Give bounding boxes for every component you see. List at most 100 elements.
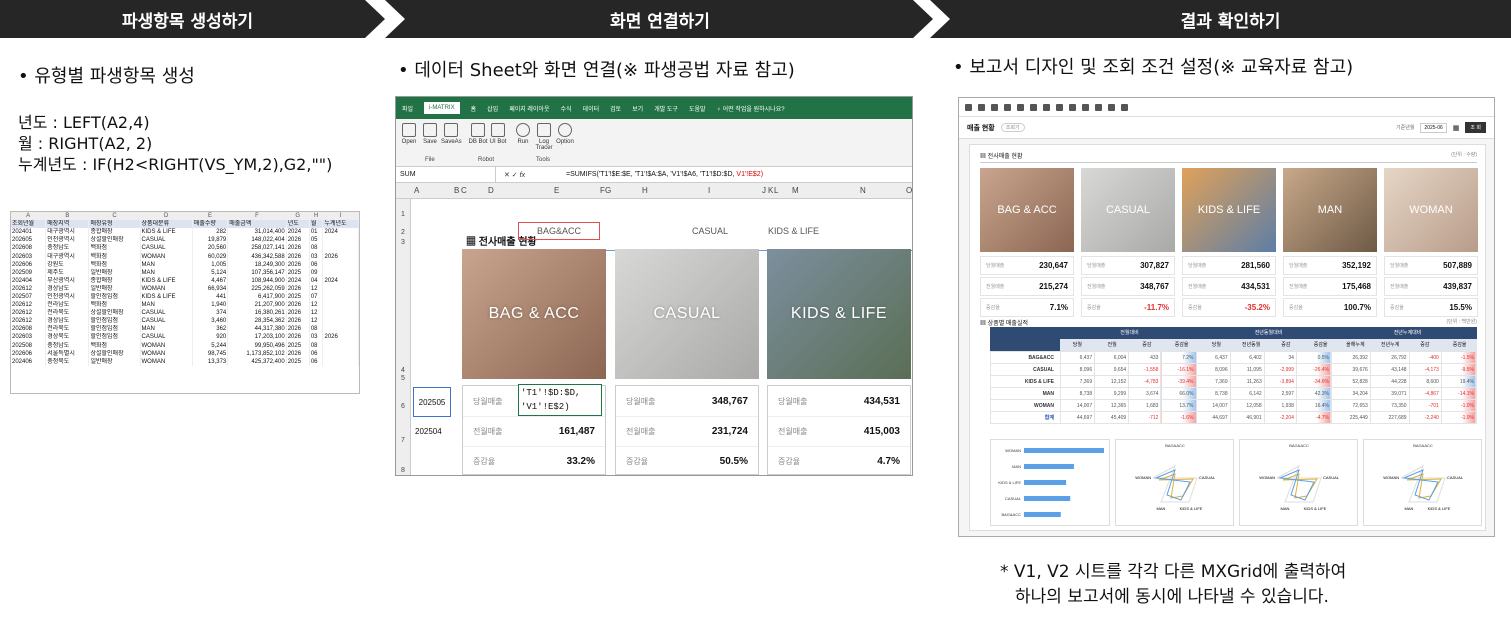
tools-icon[interactable] [1056,103,1063,111]
grid-cell: 66.0% [1160,387,1197,400]
column-letter[interactable]: B [454,186,459,195]
bar-chart: WOMAN MAN KIDS & LIFE CASUAL BAG&ACC [998,448,1104,517]
column-letter[interactable]: J [762,186,766,195]
new-icon[interactable] [965,103,972,111]
cell: 09 [309,268,324,277]
col-letter: B [45,212,90,221]
db-bot-button[interactable]: DB Bot [468,123,488,145]
open-button[interactable]: Open [399,123,419,145]
category-cell-bagacc[interactable]: BAG&ACC [518,222,600,240]
grid-corner [990,327,1060,351]
table-icon[interactable] [1082,103,1089,111]
edit-icon[interactable] [1095,103,1102,111]
undo-icon[interactable] [1017,103,1024,111]
redo-icon[interactable] [1030,103,1037,111]
editing-cell-formula[interactable]: 'T1'!$D:$D, 'V1'!E$2) [518,384,602,416]
column-letter[interactable]: K [768,186,773,195]
cell: KIDS & LIFE [140,292,193,302]
column-letter[interactable]: G [605,186,611,195]
row-number[interactable]: 3 [401,239,405,246]
row-number[interactable]: 6 [401,403,405,410]
row-number[interactable]: 5 [401,375,405,382]
log-tracer-button[interactable]: Log Tracer [534,123,554,151]
row-number[interactable]: 1 [401,211,405,218]
name-box[interactable]: SUM [396,167,496,182]
report-query-tag[interactable]: 조회기 [1000,123,1025,132]
tab-formulas[interactable]: 수식 [561,104,572,113]
cell: 202608 [11,325,47,334]
tab-help[interactable]: 도움말 [689,104,706,113]
tab-imatrix[interactable]: i-MATRIX [424,102,460,114]
cell: MAN [140,301,193,310]
col-letter: D [140,212,193,221]
grid-icon[interactable] [1043,103,1050,111]
cell: 할인점입점 [88,292,141,302]
table-row: BAG&ACC 6,437 6,004 433 7.2% 6,437 6,402 34 0.5%… [990,351,1478,364]
save-as-button[interactable]: SaveAs [441,123,462,145]
column-letter[interactable]: H [642,186,648,195]
tab-developer[interactable]: 개발 도구 [654,104,678,113]
save-button[interactable]: Save [420,123,440,145]
cell: 백화점 [88,260,141,269]
period-select[interactable]: 2025-06 [1420,122,1447,133]
tab-review[interactable]: 검토 [610,104,621,113]
tab-page-layout[interactable]: 페이지 레이아웃 [509,104,549,113]
chart-icon[interactable] [1069,103,1076,111]
record-icon[interactable] [1108,103,1115,111]
row-number[interactable]: 2 [401,229,405,236]
cell: 부산광역시 [45,276,90,285]
bar [1024,512,1061,517]
tab-view[interactable]: 보기 [632,104,643,113]
tell-me-search[interactable]: ♀ 어떤 작업을 원하시나요? [717,104,785,113]
cell: CASUAL [140,309,193,318]
tab-home[interactable]: 홈 [471,104,477,113]
column-letter[interactable]: D [488,186,494,195]
column-letter[interactable]: N [860,186,866,195]
column-letter[interactable]: I [708,186,710,195]
column-letter[interactable]: O [906,186,912,195]
option-button[interactable]: Option [555,123,575,145]
row-number[interactable]: 4 [401,367,405,374]
period-cell-current[interactable]: 202505 [413,387,451,417]
tab-insert[interactable]: 삽입 [487,104,498,113]
bar [1024,496,1071,501]
query-button[interactable]: 조 회 [1465,122,1486,133]
save-icon[interactable] [991,103,998,111]
cell: 일반매장 [88,268,141,277]
row-number[interactable]: 7 [401,437,405,444]
column-letter[interactable]: C [461,186,467,195]
run-button[interactable]: Run [513,123,533,145]
cell: MAN [140,325,193,334]
grid-cell: 14,007 [1059,399,1096,412]
cell [322,244,359,253]
formula-input[interactable]: =SUMIFS('T1'!$E:$E, 'T1'!$A:$A, 'V1'!$A6… [566,171,763,178]
settings-icon[interactable] [1121,103,1128,111]
column-letter[interactable]: E [554,186,559,195]
column-letter[interactable]: L [774,186,778,195]
category-cell-kids: KIDS & LIFE [768,226,820,236]
cell: 강원도 [45,260,90,269]
cell: 전라북도 [45,325,90,334]
tab-file[interactable]: 파일 [402,104,413,113]
column-letter[interactable]: A [414,186,419,195]
row-label: MAN [990,387,1061,400]
unit-label-2: (단위 : 백만원) [1446,319,1478,325]
cell: 일반매장 [88,284,141,293]
ui-bot-button[interactable]: UI Bot [488,123,508,145]
column-letter[interactable]: M [792,186,799,195]
report-card: BAG & ACC 당월매출 230,647 전월매출 215,274 증감율 7.1% [980,168,1074,317]
open-icon[interactable] [978,103,985,111]
radar-title: BAG&ACC [1165,443,1185,448]
grid-cell: 72,653 [1331,399,1371,412]
row-number[interactable]: 8 [401,467,405,474]
cell: 202606 [11,349,47,358]
card-photo: BAG & ACC [980,168,1074,252]
tab-data[interactable]: 데이터 [583,104,600,113]
print-icon[interactable] [1004,103,1011,111]
cell: 할인점입점 [88,333,141,342]
report-card: KIDS & LIFE 당월매출 281,560 전월매출 434,531 증감율 -35.… [1182,168,1276,317]
folder-icon [402,123,416,137]
header-cell: 누계년도 [322,220,359,229]
calendar-icon[interactable]: ▦ [1453,124,1460,132]
bar [1024,464,1074,469]
